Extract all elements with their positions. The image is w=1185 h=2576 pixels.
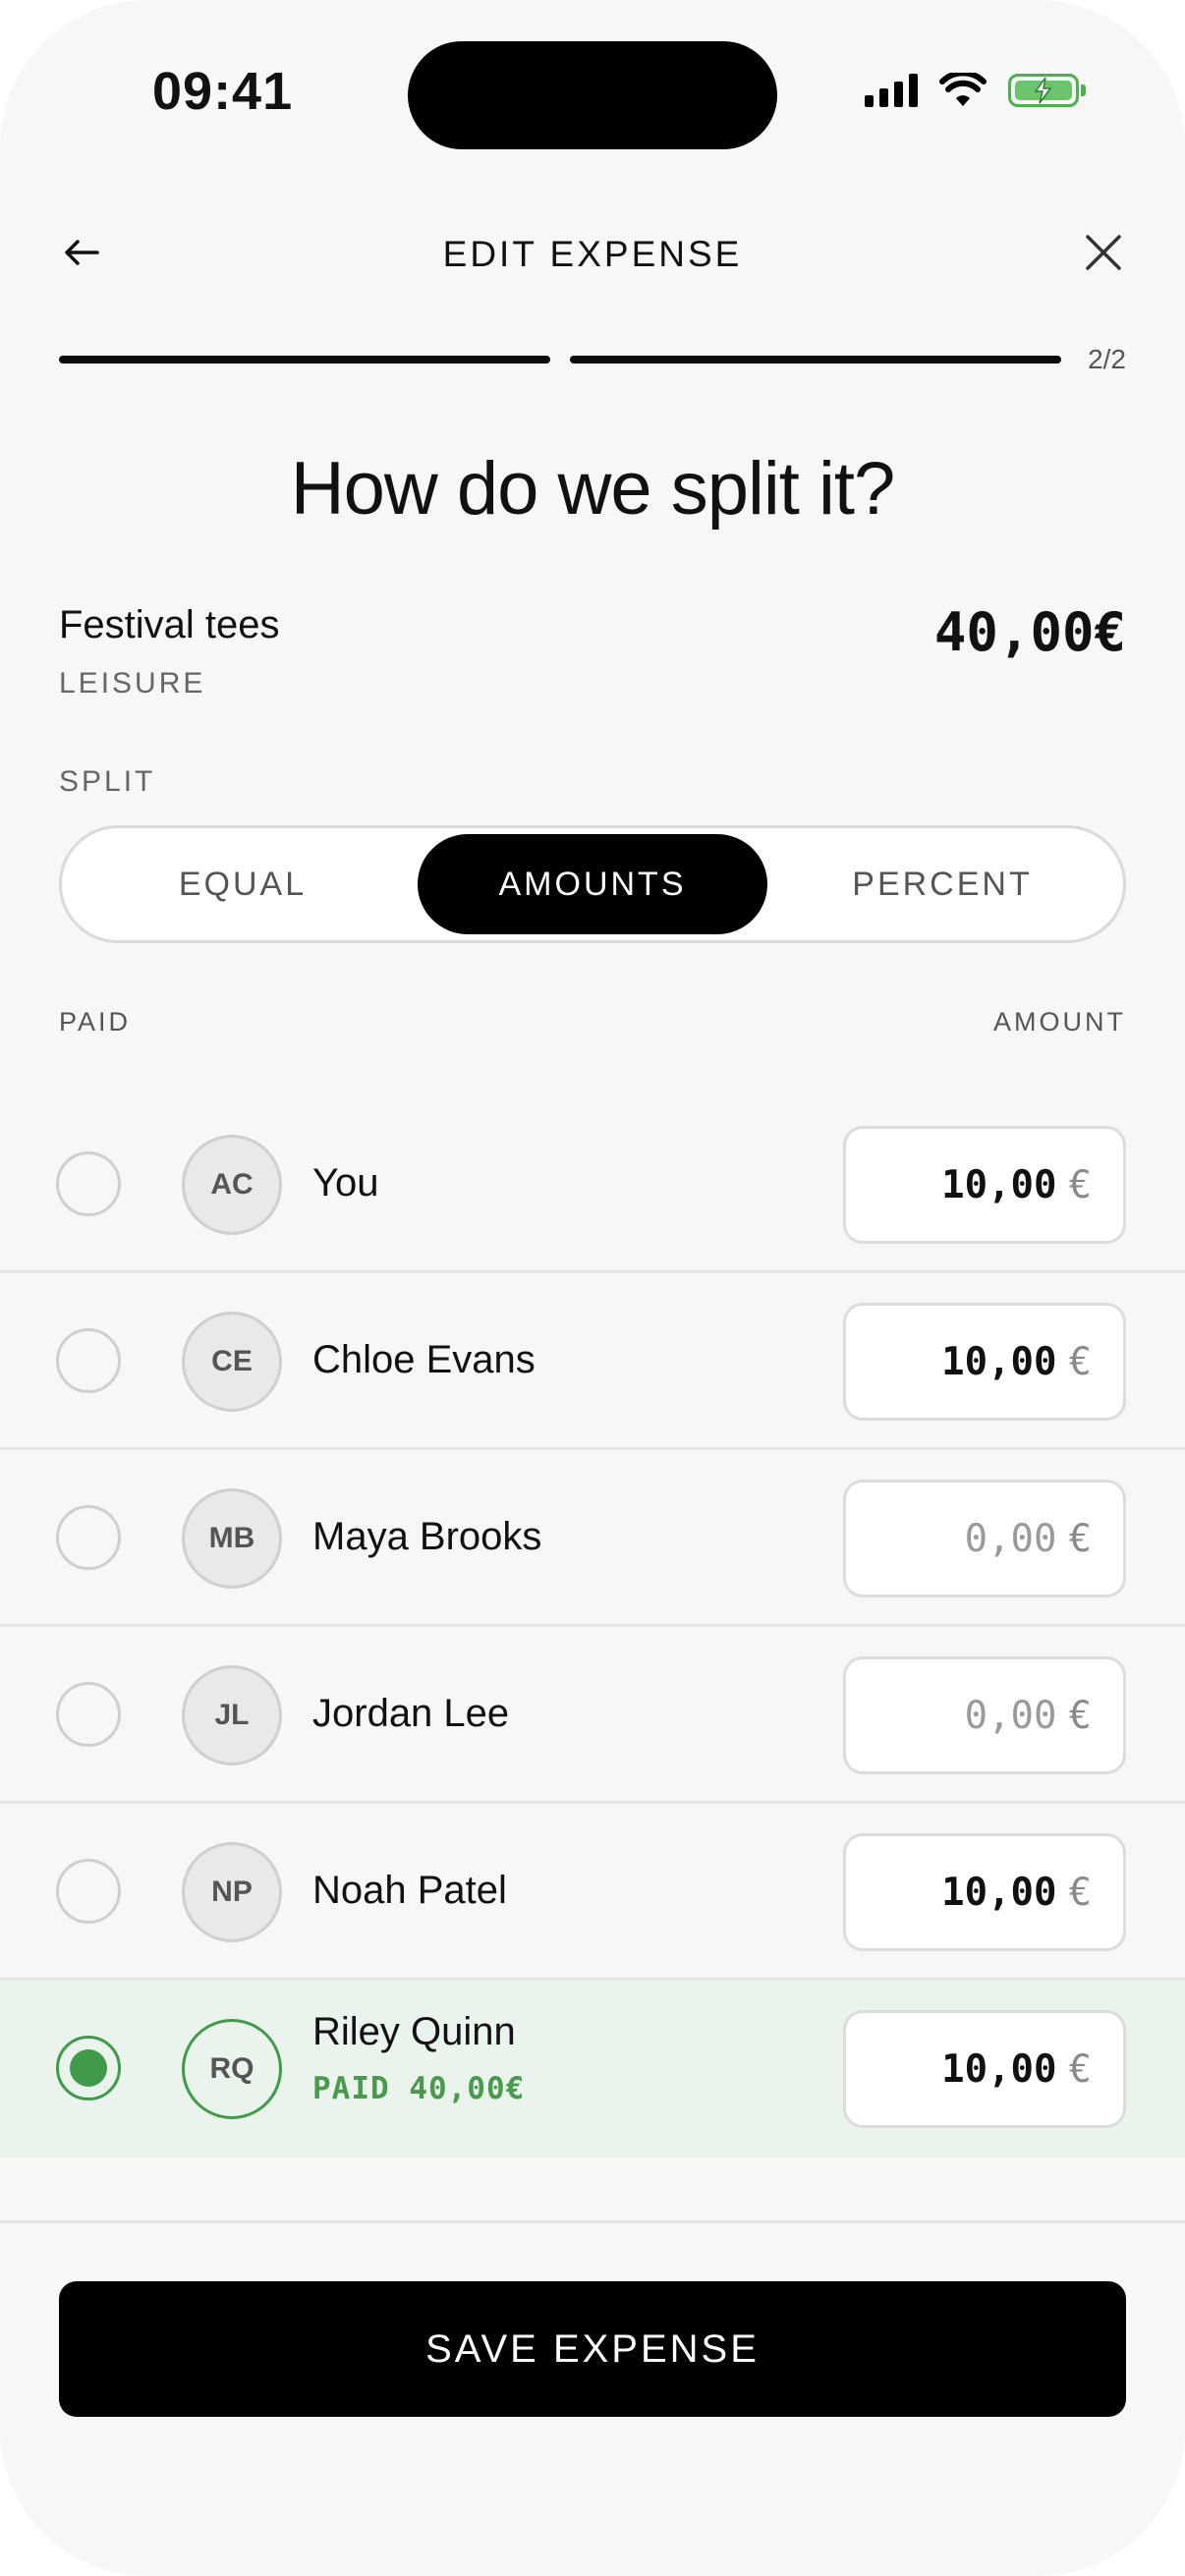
participant-row: AC You 10,00 €	[0, 1096, 1185, 1273]
paid-radio[interactable]	[56, 1151, 121, 1216]
step-indicator: 2/2	[1088, 344, 1126, 374]
paid-radio[interactable]	[56, 1328, 121, 1393]
signal-icon	[865, 74, 918, 107]
amount-input[interactable]: 10,00 €	[843, 2010, 1126, 2128]
phone-screen: 09:41 EDIT EXPENSE 2/2 How do we split i…	[0, 0, 1185, 2576]
amount-input[interactable]: 10,00 €	[843, 1833, 1126, 1951]
split-mode-selector: EQUAL AMOUNTS PERCENT	[59, 825, 1126, 943]
close-button[interactable]	[1079, 228, 1128, 277]
split-label: SPLIT	[59, 765, 156, 798]
avatar: JL	[182, 1665, 282, 1765]
wifi-icon	[939, 73, 987, 106]
participant-row: MB Maya Brooks 0,00 €	[0, 1450, 1185, 1627]
amount-value: 10,00	[941, 1339, 1057, 1384]
currency-symbol: €	[1068, 1693, 1092, 1738]
participant-row: CE Chloe Evans 10,00 €	[0, 1273, 1185, 1450]
participant-name: Jordan Lee	[312, 1692, 510, 1735]
amount-input[interactable]: 0,00 €	[843, 1656, 1126, 1774]
amount-value: 0,00	[964, 1516, 1057, 1561]
status-time: 09:41	[152, 62, 294, 121]
avatar: MB	[182, 1488, 282, 1589]
participant-row-payer: RQ Riley Quinn PAID 40,00€ 10,00 €	[0, 1981, 1185, 2157]
close-icon	[1086, 235, 1121, 270]
paid-radio[interactable]	[56, 1682, 121, 1747]
paid-amount-note: PAID 40,00€	[312, 2071, 526, 2106]
participant-list: AC You 10,00 € CE Chloe Evans 10,00 € MB…	[0, 1096, 1185, 2157]
participant-row: JL Jordan Lee 0,00 €	[0, 1627, 1185, 1804]
save-expense-button[interactable]: SAVE EXPENSE	[59, 2281, 1126, 2417]
split-option-equal[interactable]: EQUAL	[68, 834, 418, 934]
paid-radio-selected[interactable]	[56, 2036, 121, 2100]
avatar: RQ	[182, 2019, 282, 2119]
participant-name: Maya Brooks	[312, 1515, 542, 1558]
participant-name: You	[312, 1161, 379, 1204]
participant-name: Riley Quinn	[312, 2010, 516, 2053]
dynamic-island	[408, 41, 777, 149]
paid-radio[interactable]	[56, 1859, 121, 1924]
currency-symbol: €	[1068, 1870, 1092, 1915]
page-title: EDIT EXPENSE	[442, 234, 743, 274]
expense-name: Festival tees	[59, 603, 280, 646]
expense-total: 40,00€	[933, 601, 1126, 663]
expense-category: LEISURE	[59, 667, 206, 700]
participant-name: Noah Patel	[312, 1869, 507, 1912]
participant-row: NP Noah Patel 10,00 €	[0, 1804, 1185, 1981]
column-header-paid: PAID	[59, 1007, 132, 1036]
amount-value: 0,00	[964, 1693, 1057, 1738]
column-header-amount: AMOUNT	[993, 1007, 1126, 1036]
amount-value: 10,00	[941, 2046, 1057, 2092]
paid-radio[interactable]	[56, 1505, 121, 1570]
question-heading: How do we split it?	[290, 447, 896, 531]
currency-symbol: €	[1068, 1339, 1092, 1384]
split-option-amounts[interactable]: AMOUNTS	[418, 834, 767, 934]
amount-input[interactable]: 10,00 €	[843, 1126, 1126, 1244]
currency-symbol: €	[1068, 1516, 1092, 1561]
currency-symbol: €	[1068, 1162, 1092, 1207]
amount-input[interactable]: 10,00 €	[843, 1303, 1126, 1421]
avatar: AC	[182, 1135, 282, 1235]
amount-value: 10,00	[941, 1870, 1057, 1915]
progress-bar	[59, 356, 1061, 364]
status-icons	[865, 73, 1086, 108]
battery-icon	[1008, 74, 1086, 107]
split-option-percent[interactable]: PERCENT	[767, 834, 1117, 934]
avatar: NP	[182, 1842, 282, 1942]
currency-symbol: €	[1068, 2046, 1092, 2092]
progress-segment-1	[59, 356, 550, 364]
participant-name: Chloe Evans	[312, 1338, 536, 1381]
avatar: CE	[182, 1312, 282, 1412]
amount-value: 10,00	[941, 1162, 1057, 1207]
amount-input[interactable]: 0,00 €	[843, 1480, 1126, 1597]
footer-divider	[0, 2220, 1185, 2223]
progress-segment-2	[570, 356, 1061, 364]
